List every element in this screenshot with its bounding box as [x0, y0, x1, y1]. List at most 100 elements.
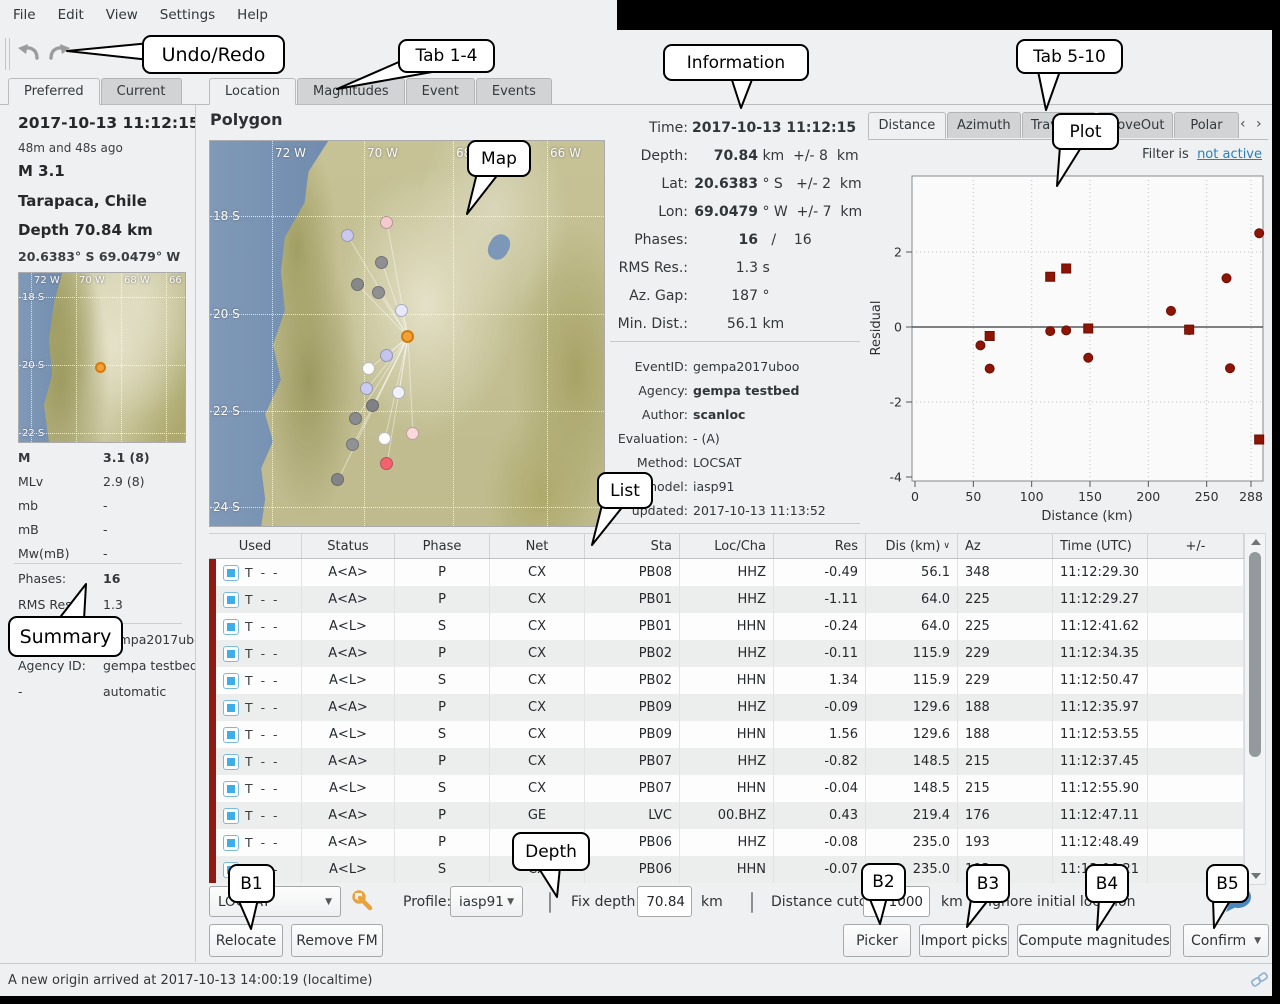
filter-link[interactable]: not active [1197, 147, 1262, 162]
station-marker[interactable] [351, 278, 364, 291]
arrival-table-header[interactable]: UsedStatusPhaseNetStaLoc/ChaResDis (km) … [209, 533, 1244, 559]
column-header-[interactable]: +/- [1148, 534, 1244, 558]
column-header-loccha[interactable]: Loc/Cha [680, 534, 774, 558]
column-header-status[interactable]: Status [302, 534, 395, 558]
agency-id-label: Agency ID: [18, 658, 86, 673]
table-row[interactable]: T - -A<L>SCXPB02HHN1.34115.922911:12:50.… [209, 667, 1244, 694]
column-header-diskm[interactable]: Dis (km) ∨ [866, 534, 958, 558]
residual-plot[interactable]: -4-202050100150200250288 Residual Distan… [866, 165, 1268, 535]
used-checkbox[interactable] [223, 754, 239, 770]
picker-button[interactable]: Picker [843, 924, 911, 957]
compute-magnitudes-button[interactable]: Compute magnitudes [1017, 924, 1171, 957]
used-checkbox[interactable] [223, 835, 239, 851]
used-checkbox[interactable] [223, 808, 239, 824]
pick-color-bar [209, 613, 216, 640]
cell-status: A<L> [302, 721, 395, 748]
confirm-dropdown-arrow[interactable]: ▼ [1254, 936, 1261, 946]
locator-settings-wrench-icon[interactable] [351, 889, 375, 913]
table-row[interactable]: T - -A<L>SCXPB01HHN-0.2464.022511:12:41.… [209, 613, 1244, 640]
station-marker[interactable] [406, 427, 419, 440]
undo-icon[interactable] [14, 38, 42, 64]
tab-events[interactable]: Events [476, 78, 552, 104]
location-map[interactable]: 72 W70 W68 W66 W18 S20 S22 S24 S [209, 140, 605, 527]
tab-magnitudes[interactable]: Magnitudes [297, 78, 405, 104]
table-row[interactable]: T - -A<A>PCXPB08HHZ-0.4956.134811:12:29.… [209, 559, 1244, 586]
column-header-phase[interactable]: Phase [395, 534, 490, 558]
cell-time: 11:12:35.97 [1053, 694, 1148, 721]
station-marker[interactable] [378, 432, 391, 445]
profile-select[interactable]: iasp91▼ [450, 886, 523, 917]
table-row[interactable]: T - -A<A>PCXPB02HHZ-0.11115.922911:12:34… [209, 640, 1244, 667]
summary-minimap[interactable]: 72 W70 W68 W6618 S20 S22 S [18, 272, 186, 443]
station-marker[interactable] [360, 382, 373, 395]
table-row[interactable]: T - -A<A>PCXPB06HHZ-0.08235.019311:12:48… [209, 829, 1244, 856]
column-header-net[interactable]: Net [490, 534, 585, 558]
plot-tab-scroll-left[interactable]: ‹ [1240, 116, 1246, 132]
depth-input[interactable]: 70.84 [637, 886, 692, 917]
station-marker[interactable] [380, 457, 393, 470]
table-row[interactable]: T - -A<L>SCXPB09HHN1.56129.618811:12:53.… [209, 721, 1244, 748]
used-checkbox[interactable] [223, 619, 239, 635]
used-checkbox[interactable] [223, 673, 239, 689]
used-checkbox[interactable] [223, 565, 239, 581]
used-checkbox[interactable] [223, 700, 239, 716]
table-row[interactable]: T - -A<A>PCXPB07HHZ-0.82148.521511:12:37… [209, 748, 1244, 775]
cell-az: 348 [958, 559, 1053, 586]
scroll-up-arrow[interactable] [1251, 539, 1261, 545]
svg-text:100: 100 [1020, 489, 1044, 504]
plot-xlabel: Distance (km) [1041, 509, 1132, 524]
station-marker[interactable] [366, 399, 379, 412]
tab-preferred[interactable]: Preferred [8, 78, 100, 105]
table-row[interactable]: T - -A<A>PCXPB09HHZ-0.09129.618811:12:35… [209, 694, 1244, 721]
station-marker[interactable] [380, 216, 393, 229]
menu-edit[interactable]: Edit [47, 7, 95, 23]
tab-event[interactable]: Event [406, 78, 475, 104]
meta-label: EventID: [602, 359, 688, 374]
fix-depth-checkbox[interactable] [549, 892, 551, 913]
column-header-used[interactable]: Used [209, 534, 302, 558]
column-header-az[interactable]: Az [958, 534, 1053, 558]
menu-view[interactable]: View [95, 7, 149, 23]
station-marker[interactable] [362, 362, 375, 375]
plot-tab-azimuth[interactable]: Azimuth [947, 112, 1021, 138]
menu-help[interactable]: Help [226, 7, 279, 23]
scroll-down-arrow[interactable] [1251, 873, 1261, 879]
used-checkbox[interactable] [223, 781, 239, 797]
station-marker[interactable] [380, 349, 393, 362]
menu-file[interactable]: File [2, 7, 47, 23]
table-row[interactable]: T - -A<A>PCXPB01HHZ-1.1164.022511:12:29.… [209, 586, 1244, 613]
table-scrollbar[interactable] [1244, 533, 1266, 885]
scrollbar-thumb[interactable] [1249, 552, 1261, 757]
tab-location[interactable]: Location [209, 78, 296, 105]
station-marker[interactable] [346, 438, 359, 451]
plot-tab-distance[interactable]: Distance [868, 112, 946, 139]
column-header-timeutc[interactable]: Time (UTC) [1053, 534, 1148, 558]
column-header-sta[interactable]: Sta [585, 534, 680, 558]
station-marker[interactable] [372, 286, 385, 299]
redo-icon[interactable] [46, 38, 74, 64]
import-picks-button[interactable]: Import picks [919, 924, 1009, 957]
station-marker[interactable] [375, 256, 388, 269]
plot-tab-polar[interactable]: Polar [1174, 112, 1239, 138]
used-checkbox[interactable] [223, 646, 239, 662]
station-marker[interactable] [341, 229, 354, 242]
table-row[interactable]: T - -A<A>PGELVC00.BHZ0.43219.417611:12:4… [209, 802, 1244, 829]
used-checkbox[interactable] [223, 592, 239, 608]
column-header-res[interactable]: Res [774, 534, 866, 558]
station-marker[interactable] [395, 304, 408, 317]
distance-cutoff-checkbox[interactable] [751, 892, 753, 913]
plot-tab-scroll-right[interactable]: › [1256, 116, 1262, 132]
menu-settings[interactable]: Settings [149, 7, 226, 23]
relocate-button[interactable]: Relocate [209, 924, 283, 957]
remove-fm-button[interactable]: Remove FM [291, 924, 383, 957]
station-marker[interactable] [392, 386, 405, 399]
tab-current[interactable]: Current [101, 78, 182, 104]
table-row[interactable]: T - -A<L>SCXPB07HHN-0.04148.521511:12:55… [209, 775, 1244, 802]
info-value: 16 [692, 232, 758, 248]
station-marker[interactable] [349, 412, 362, 425]
cell-status: A<A> [302, 559, 395, 586]
station-marker[interactable] [331, 473, 344, 486]
toolbar-drag-handle[interactable] [5, 38, 10, 70]
confirm-button[interactable]: Confirm ▼ [1183, 924, 1269, 957]
used-checkbox[interactable] [223, 727, 239, 743]
